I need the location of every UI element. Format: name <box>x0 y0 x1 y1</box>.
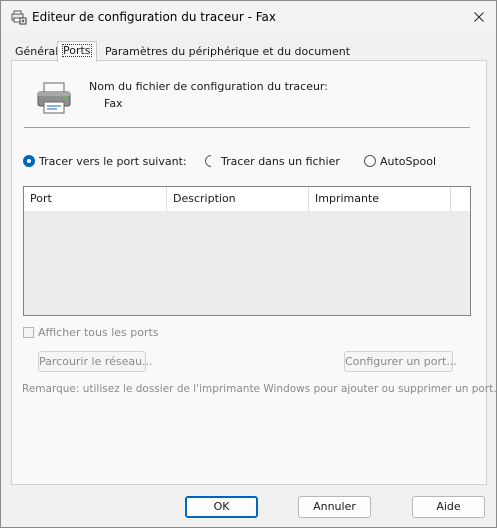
tab-ports[interactable]: Ports <box>57 41 97 62</box>
radio-unchecked-indicator <box>202 152 220 170</box>
browse-network-button[interactable]: Parcourir le réseau... <box>38 351 153 372</box>
radio-autospool-label: AutoSpool <box>380 154 437 168</box>
config-file-value: Fax <box>104 97 123 110</box>
ports-panel: Nom du fichier de configuration du trace… <box>11 60 496 485</box>
ports-list[interactable]: Port Description Imprimante <box>23 186 471 316</box>
tab-ports-label: Ports <box>62 44 92 57</box>
printer-icon <box>37 82 71 114</box>
radio-checked-indicator <box>23 155 35 167</box>
show-all-ports-label: Afficher tous les ports <box>38 326 159 339</box>
radio-plot-to-file-label: Tracer dans un fichier <box>221 154 340 168</box>
column-header-description[interactable]: Description <box>167 187 309 211</box>
radio-plot-to-file[interactable]: Tracer dans un fichier <box>202 152 340 170</box>
configure-port-button[interactable]: Configurer un port... <box>344 351 457 372</box>
window-title: Editeur de configuration du traceur - Fa… <box>32 10 276 24</box>
config-file-label: Nom du fichier de configuration du trace… <box>89 80 328 93</box>
ok-button[interactable]: OK <box>185 496 258 518</box>
help-button[interactable]: Aide <box>412 496 485 518</box>
radio-plot-to-port[interactable]: Tracer vers le port suivant: <box>23 153 187 169</box>
radio-autospool[interactable]: AutoSpool <box>364 153 436 169</box>
checkbox-box <box>23 327 34 338</box>
radio-plot-to-port-label: Tracer vers le port suivant: <box>39 154 187 168</box>
title-bar[interactable]: Editeur de configuration du traceur - Fa… <box>1 1 496 33</box>
tab-device-settings[interactable]: Paramètres du périphérique et du documen… <box>101 43 354 60</box>
cancel-button[interactable]: Annuler <box>298 496 371 518</box>
tab-general[interactable]: Général <box>11 43 62 60</box>
plotter-config-icon <box>11 10 27 25</box>
plotter-config-dialog: Editeur de configuration du traceur - Fa… <box>0 0 497 528</box>
column-header-port[interactable]: Port <box>24 187 167 211</box>
show-all-ports-checkbox[interactable]: Afficher tous les ports <box>23 326 159 339</box>
ports-list-header: Port Description Imprimante <box>24 187 470 211</box>
radio-unchecked-indicator <box>364 155 376 167</box>
close-icon <box>473 12 484 22</box>
note-text: Remarque: utilisez le dossier de l'impri… <box>22 383 497 395</box>
separator <box>24 127 470 128</box>
close-button[interactable] <box>461 1 496 33</box>
column-header-printer[interactable]: Imprimante <box>309 187 451 211</box>
